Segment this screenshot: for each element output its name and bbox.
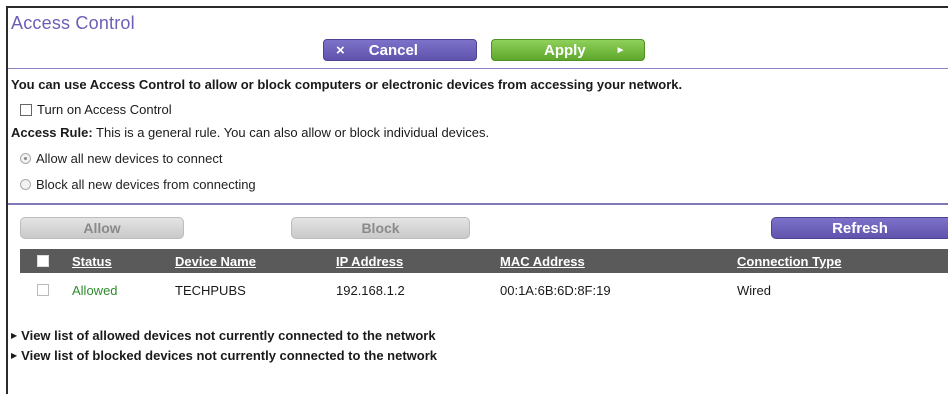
cell-connection-type: Wired [737, 283, 771, 298]
radio-block-all-new-devices[interactable]: Block all new devices from connecting [20, 177, 256, 192]
column-header-status[interactable]: Status [72, 254, 112, 269]
play-arrow-icon: ► [615, 44, 626, 56]
radio-label: Allow all new devices to connect [36, 151, 223, 166]
intro-text: You can use Access Control to allow or b… [11, 77, 683, 92]
view-blocked-devices-link[interactable]: ▶ View list of blocked devices not curre… [11, 348, 437, 363]
cancel-button[interactable]: × Cancel [323, 39, 477, 61]
divider [8, 203, 948, 205]
radio-allow-all-new-devices[interactable]: Allow all new devices to connect [20, 151, 222, 166]
turn-on-access-control-label: Turn on Access Control [37, 102, 172, 117]
radio-button[interactable] [20, 179, 31, 190]
allow-button[interactable]: Allow [20, 217, 184, 239]
access-rule-label: Access Rule: [11, 125, 93, 140]
access-rule-text: This is a general rule. You can also all… [92, 125, 490, 140]
cell-ip-address: 192.168.1.2 [336, 283, 405, 298]
apply-button[interactable]: Apply ► [491, 39, 645, 61]
radio-label: Block all new devices from connecting [36, 177, 256, 192]
view-allowed-devices-label: View list of allowed devices not current… [21, 328, 436, 343]
table-header: Status Device Name IP Address MAC Addres… [20, 249, 948, 273]
row-select-checkbox[interactable] [37, 284, 49, 296]
turn-on-access-control[interactable]: Turn on Access Control [20, 102, 172, 117]
divider [8, 68, 948, 69]
view-blocked-devices-label: View list of blocked devices not current… [21, 348, 438, 363]
expand-triangle-icon: ▶ [11, 331, 18, 340]
column-header-ip-address[interactable]: IP Address [336, 254, 403, 269]
cell-device-name: TECHPUBS [175, 283, 246, 298]
radio-button[interactable] [20, 153, 31, 164]
close-icon: × [336, 41, 345, 59]
turn-on-access-control-checkbox[interactable] [20, 103, 32, 116]
cell-mac-address: 00:1A:6B:6D:8F:19 [500, 283, 611, 298]
column-header-device-name[interactable]: Device Name [175, 254, 256, 269]
cancel-button-label: Cancel [368, 41, 418, 59]
table-row: Allowed TECHPUBS 192.168.1.2 00:1A:6B:6D… [20, 280, 948, 302]
select-all-checkbox[interactable] [37, 255, 49, 267]
apply-button-label: Apply [544, 41, 586, 59]
column-header-mac-address[interactable]: MAC Address [500, 254, 585, 269]
cell-status: Allowed [72, 283, 118, 298]
expand-triangle-icon: ▶ [11, 351, 18, 360]
column-header-connection-type[interactable]: Connection Type [737, 254, 841, 269]
block-button[interactable]: Block [291, 217, 470, 239]
access-rule-description: Access Rule: This is a general rule. You… [11, 125, 489, 140]
page-title: Access Control [11, 13, 135, 33]
refresh-button[interactable]: Refresh [771, 217, 948, 239]
view-allowed-devices-link[interactable]: ▶ View list of allowed devices not curre… [11, 328, 436, 343]
